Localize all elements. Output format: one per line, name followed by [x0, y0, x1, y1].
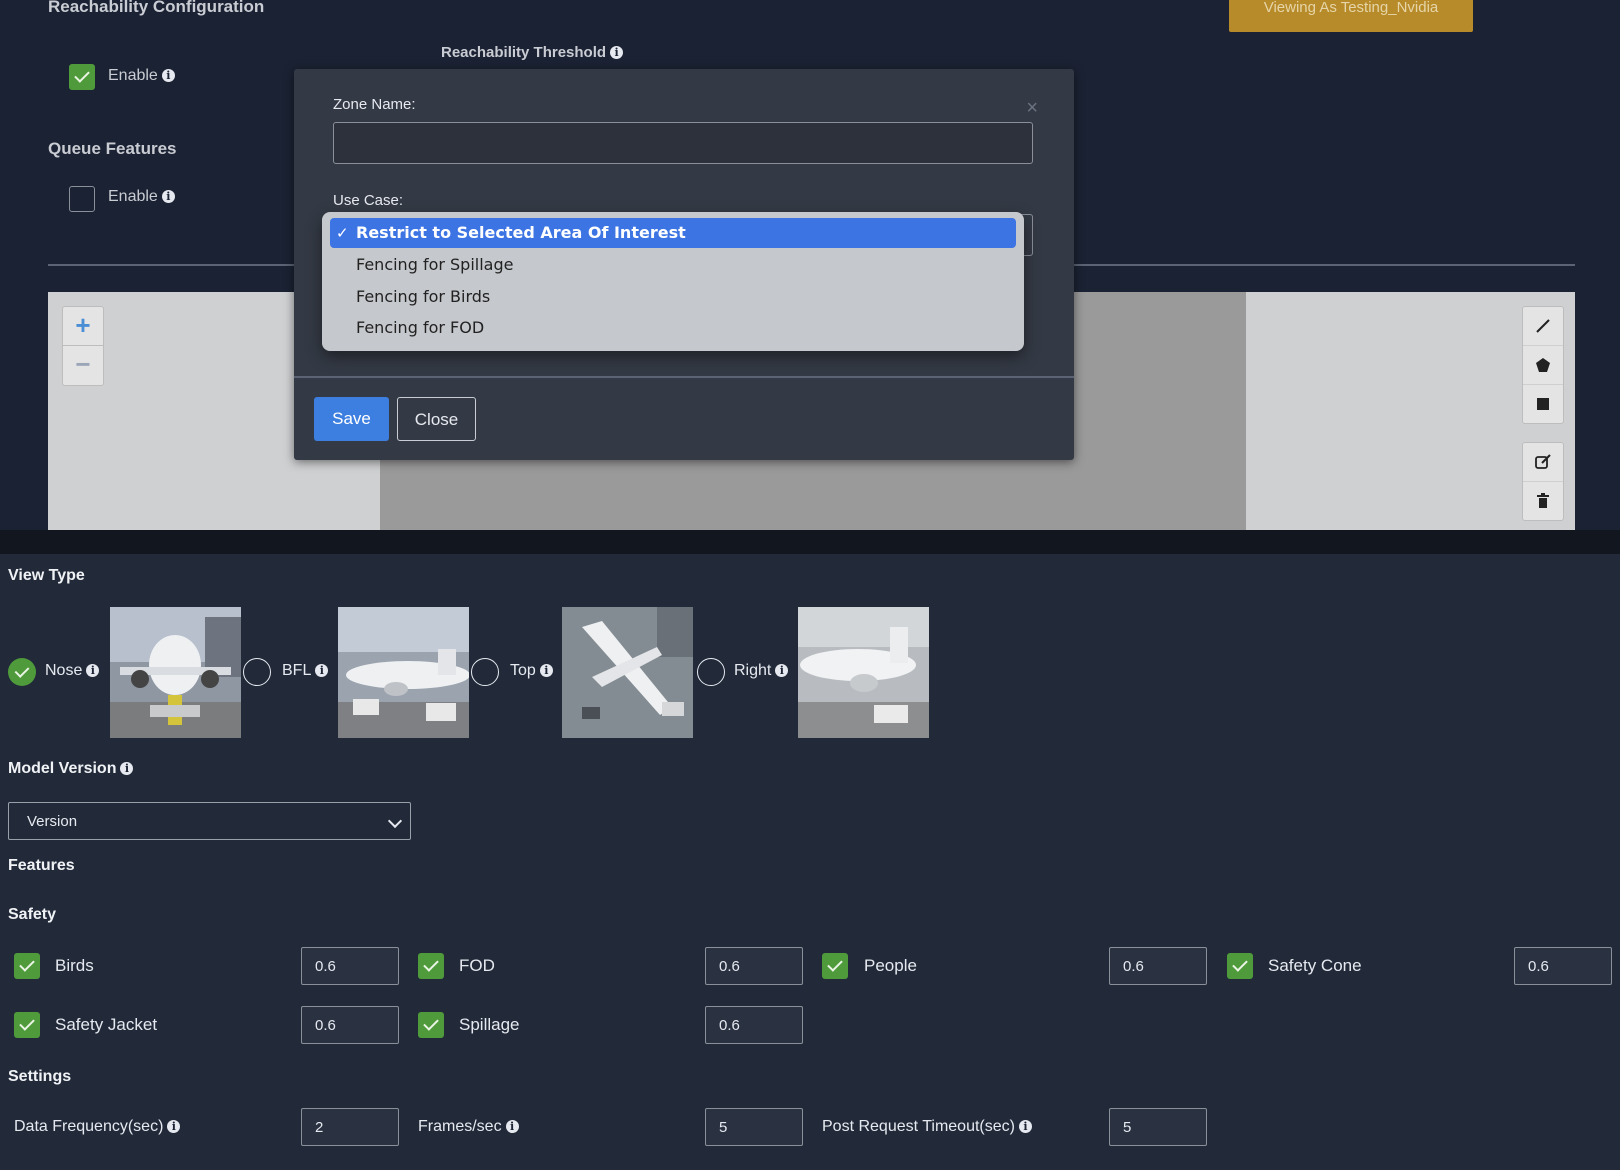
spillage-threshold-input[interactable]: 0.6 — [705, 1006, 803, 1044]
bfl-view-thumbnail[interactable] — [338, 607, 469, 738]
draw-line-button[interactable] — [1523, 307, 1563, 345]
info-icon[interactable]: i — [120, 762, 134, 775]
right-label: Right i — [734, 662, 789, 680]
zone-name-input[interactable] — [333, 122, 1033, 164]
nose-label: Nose i — [45, 662, 100, 680]
section-title: Reachability Configuration — [48, 0, 265, 16]
use-case-dropdown: Restrict to Selected Area Of Interest Fe… — [322, 212, 1024, 351]
frames-per-sec-label: Frames/sec i — [418, 1118, 519, 1136]
radio-nose[interactable] — [8, 658, 36, 686]
birds-threshold-input[interactable]: 0.6 — [301, 947, 399, 985]
safety-jacket-checkbox[interactable] — [14, 1012, 40, 1038]
birds-label: Birds — [55, 956, 94, 975]
safety-cone-threshold-input[interactable]: 0.6 — [1514, 947, 1612, 985]
radio-bfl[interactable] — [243, 658, 271, 686]
spillage-label: Spillage — [459, 1015, 520, 1034]
top-view-thumbnail[interactable] — [562, 607, 693, 738]
use-case-label: Use Case: — [333, 192, 404, 209]
reach-enable-label: Enable i — [108, 67, 175, 85]
people-threshold-input[interactable]: 0.6 — [1109, 947, 1207, 985]
draw-polygon-button[interactable] — [1523, 345, 1563, 384]
line-icon — [1536, 319, 1550, 333]
square-icon — [1537, 398, 1549, 410]
edit-icon — [1535, 454, 1551, 469]
delete-button[interactable] — [1523, 481, 1563, 520]
info-icon[interactable]: i — [167, 1120, 181, 1133]
trash-icon — [1537, 493, 1549, 508]
fod-threshold-input[interactable]: 0.6 — [705, 947, 803, 985]
info-icon[interactable]: i — [161, 190, 175, 203]
edit-toolbar — [1522, 442, 1564, 521]
data-frequency-label: Data Frequency(sec) i — [14, 1118, 181, 1136]
modal-close-icon[interactable]: × — [1026, 97, 1038, 120]
info-icon[interactable]: i — [315, 664, 329, 677]
radio-top[interactable] — [471, 658, 499, 686]
draw-rectangle-button[interactable] — [1523, 384, 1563, 423]
view-type-title: View Type — [8, 567, 85, 584]
info-icon[interactable]: i — [610, 46, 624, 59]
polygon-icon — [1536, 358, 1550, 372]
model-version-title: Model Version i — [8, 760, 134, 778]
option-fencing-spillage[interactable]: Fencing for Spillage — [330, 250, 1016, 280]
zoom-in-button[interactable]: + — [63, 307, 103, 345]
separator-strip — [0, 530, 1620, 554]
radio-right[interactable] — [697, 658, 725, 686]
data-frequency-input[interactable]: 2 — [301, 1108, 399, 1146]
option-fencing-fod[interactable]: Fencing for FOD — [330, 313, 1016, 343]
nose-view-thumbnail[interactable] — [110, 607, 241, 738]
safety-cone-checkbox[interactable] — [1227, 953, 1253, 979]
queue-enable-checkbox[interactable] — [69, 186, 95, 212]
birds-checkbox[interactable] — [14, 953, 40, 979]
people-label: People — [864, 956, 917, 975]
edit-button[interactable] — [1523, 443, 1563, 481]
zoom-out-button[interactable]: − — [63, 345, 103, 384]
safety-title: Safety — [8, 906, 57, 923]
save-button[interactable]: Save — [314, 397, 389, 441]
reachability-threshold-label: Reachability Threshold i — [441, 44, 624, 61]
info-icon[interactable]: i — [775, 664, 789, 677]
bfl-label: BFL i — [282, 662, 329, 680]
airplane-nose-image — [110, 607, 241, 738]
info-icon[interactable]: i — [161, 69, 175, 82]
safety-cone-label: Safety Cone — [1268, 956, 1362, 975]
chevron-down-icon — [387, 813, 403, 829]
queue-enable-label: Enable i — [108, 188, 175, 206]
people-checkbox[interactable] — [822, 953, 848, 979]
frames-per-sec-input[interactable]: 5 — [705, 1108, 803, 1146]
top-label: Top i — [510, 662, 553, 680]
model-version-select[interactable]: Version — [8, 802, 411, 840]
airplane-bfl-image — [338, 607, 469, 738]
option-fencing-birds[interactable]: Fencing for Birds — [330, 282, 1016, 312]
features-title: Features — [8, 857, 75, 874]
fod-checkbox[interactable] — [418, 953, 444, 979]
airplane-right-image — [798, 607, 929, 738]
info-icon[interactable]: i — [539, 664, 553, 677]
post-request-timeout-label: Post Request Timeout(sec) i — [822, 1118, 1032, 1136]
right-view-thumbnail[interactable] — [798, 607, 929, 738]
reach-enable-checkbox[interactable] — [69, 64, 95, 90]
settings-title: Settings — [8, 1068, 72, 1085]
modal-divider — [294, 376, 1074, 378]
draw-toolbar — [1522, 306, 1564, 424]
spillage-checkbox[interactable] — [418, 1012, 444, 1038]
zone-name-label: Zone Name: — [333, 96, 416, 113]
info-icon[interactable]: i — [1018, 1120, 1032, 1133]
post-request-timeout-input[interactable]: 5 — [1109, 1108, 1207, 1146]
safety-jacket-threshold-input[interactable]: 0.6 — [301, 1006, 399, 1044]
info-icon[interactable]: i — [86, 664, 100, 677]
reachability-section: Reachability Configuration Viewing As Te… — [0, 0, 1620, 530]
viewing-as-badge: Viewing As Testing_Nvidia — [1229, 0, 1473, 32]
fod-label: FOD — [459, 956, 495, 975]
airplane-top-image — [562, 607, 693, 738]
zoom-control: + − — [62, 306, 104, 386]
queue-features-title: Queue Features — [48, 139, 177, 158]
safety-jacket-label: Safety Jacket — [55, 1015, 158, 1034]
info-icon[interactable]: i — [505, 1120, 519, 1133]
option-restrict-area[interactable]: Restrict to Selected Area Of Interest — [330, 218, 1016, 248]
close-button[interactable]: Close — [397, 397, 476, 441]
